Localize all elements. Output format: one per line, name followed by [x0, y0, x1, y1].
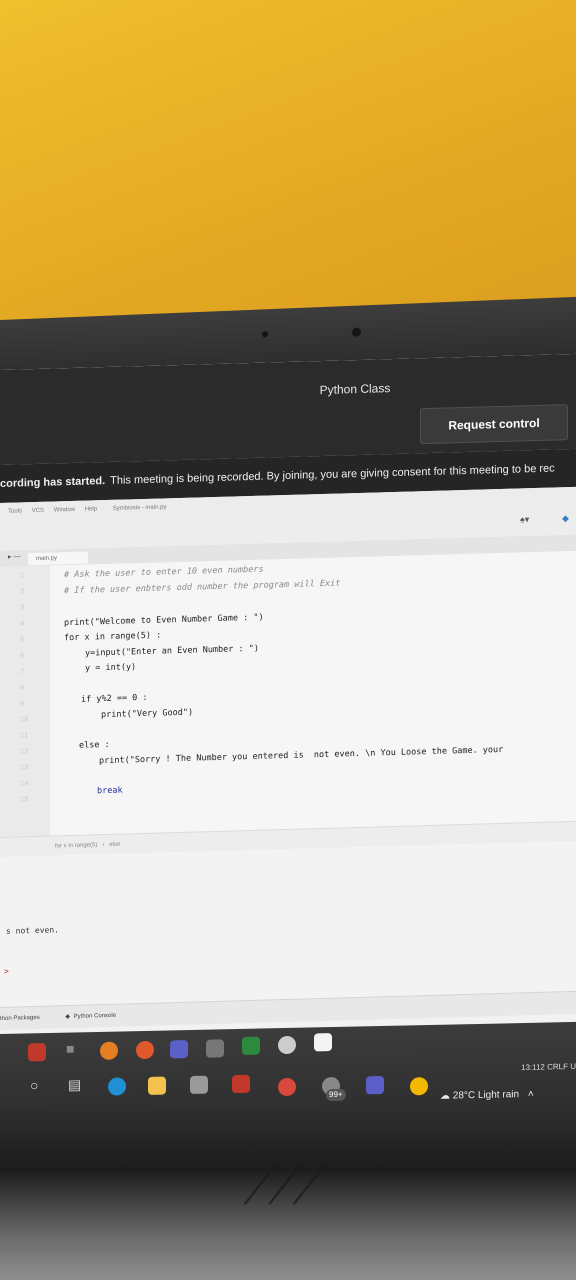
line-number: 14	[20, 780, 29, 789]
chrome-icon[interactable]	[278, 1077, 296, 1097]
weather-widget[interactable]: ☁ 28°C Light rain ˄	[440, 1089, 534, 1102]
menu-item-tools[interactable]: Tools	[8, 508, 22, 514]
tab-python-console[interactable]: Python Console	[74, 1013, 116, 1020]
code-line[interactable]: for x in range(5) :	[64, 630, 161, 643]
line-number: 13	[20, 764, 29, 773]
menu-item-window[interactable]: Window	[54, 507, 75, 514]
tab-main-py[interactable]: main.py	[28, 551, 88, 566]
folder-icon[interactable]	[148, 1076, 166, 1095]
meeting-title: Python Class	[319, 381, 391, 398]
code-line[interactable]: y=input("Enter an Even Number : ")	[85, 644, 259, 659]
code-line[interactable]: print("Welcome to Even Number Game : ")	[64, 613, 264, 629]
meeting-header: Python Class Request control	[0, 353, 576, 465]
update-icon[interactable]: ◆	[562, 513, 569, 524]
weather-text: 28°C Light rain	[452, 1089, 520, 1102]
code-line[interactable]: print("Very Good")	[101, 708, 193, 721]
code-line[interactable]: y = int(y)	[85, 662, 136, 673]
line-number: 8	[20, 684, 25, 693]
app-icon-white[interactable]	[278, 1035, 296, 1055]
app-icon-red[interactable]	[28, 1043, 46, 1062]
editor-status-text: 13:112 CRLF U	[521, 1061, 576, 1073]
recording-banner-text: This meeting is being recorded. By joini…	[110, 462, 555, 487]
console-output: s not even.	[6, 925, 59, 936]
app-icon-grey[interactable]: ■	[66, 1040, 74, 1056]
user-icon[interactable]: ♠▾	[520, 514, 529, 525]
chevron-up-icon[interactable]: ˄	[528, 1089, 534, 1100]
python-console-icon: ◆	[65, 1014, 70, 1021]
line-number: 10	[20, 716, 29, 725]
project-title: Symbiosis - main.py	[112, 504, 167, 512]
task-view-icon[interactable]: ▤	[68, 1076, 81, 1093]
line-number: 6	[20, 652, 25, 661]
calendar-icon[interactable]	[190, 1075, 208, 1095]
code-editor[interactable]: # Ask the user to enter 10 even numbers …	[50, 550, 576, 836]
code-line[interactable]: print("Sorry ! The Number you entered is…	[99, 745, 503, 766]
line-number: 3	[20, 604, 25, 613]
line-number: 2	[20, 588, 25, 597]
recording-banner-strong: cording has started.	[0, 475, 106, 490]
app-icon-orange[interactable]	[100, 1041, 118, 1060]
line-number: 15	[20, 796, 29, 805]
menu-item-help[interactable]: Help	[85, 506, 97, 512]
weather-cloud-icon: ☁	[440, 1090, 450, 1102]
code-line[interactable]: if y%2 == 0 :	[81, 693, 148, 705]
line-number: 1	[20, 572, 25, 581]
code-line[interactable]: # If the user enbters odd number the pro…	[64, 578, 340, 596]
laptop-brand-logo: ╱╱╱	[244, 1165, 329, 1205]
tab-python-packages[interactable]: thon Packages	[0, 1015, 40, 1022]
teams-icon[interactable]	[170, 1040, 188, 1059]
teams-icon-2[interactable]	[366, 1075, 384, 1095]
webcam-icon	[262, 331, 268, 338]
line-number: 9	[20, 700, 25, 709]
app-icon-grey-2[interactable]	[206, 1039, 224, 1058]
webcam-sensor-icon	[352, 327, 361, 337]
pycharm-icon[interactable]	[242, 1036, 260, 1055]
code-line[interactable]: break	[97, 786, 123, 797]
run-console: s not even. >	[0, 840, 576, 1007]
line-number: 7	[20, 668, 25, 677]
line-number-gutter: 1 2 3 4 5 6 7 8 9 10 11 12 13 14 15	[0, 565, 50, 837]
line-number: 11	[20, 732, 29, 741]
line-number: 4	[20, 620, 25, 629]
notification-badge: 99+	[326, 1088, 346, 1102]
firefox-icon[interactable]	[136, 1040, 154, 1060]
app-icon-yellow[interactable]	[410, 1077, 428, 1096]
file-icon[interactable]	[314, 1033, 332, 1052]
laptop-screen: Python Class Request control cording has…	[0, 353, 576, 1100]
search-icon[interactable]: ○	[30, 1077, 38, 1093]
menu-item-vcs[interactable]: VCS	[32, 508, 44, 514]
console-prompt[interactable]: >	[4, 967, 9, 976]
code-line[interactable]: else :	[79, 740, 110, 751]
code-line[interactable]: # Ask the user to enter 10 even numbers	[64, 565, 264, 581]
edge-icon[interactable]	[108, 1077, 126, 1096]
store-icon[interactable]	[232, 1074, 250, 1094]
line-number: 5	[20, 636, 25, 645]
collapse-icon[interactable]: ▸ —	[8, 552, 20, 560]
line-number: 12	[20, 748, 29, 757]
request-control-button[interactable]: Request control	[420, 404, 568, 445]
